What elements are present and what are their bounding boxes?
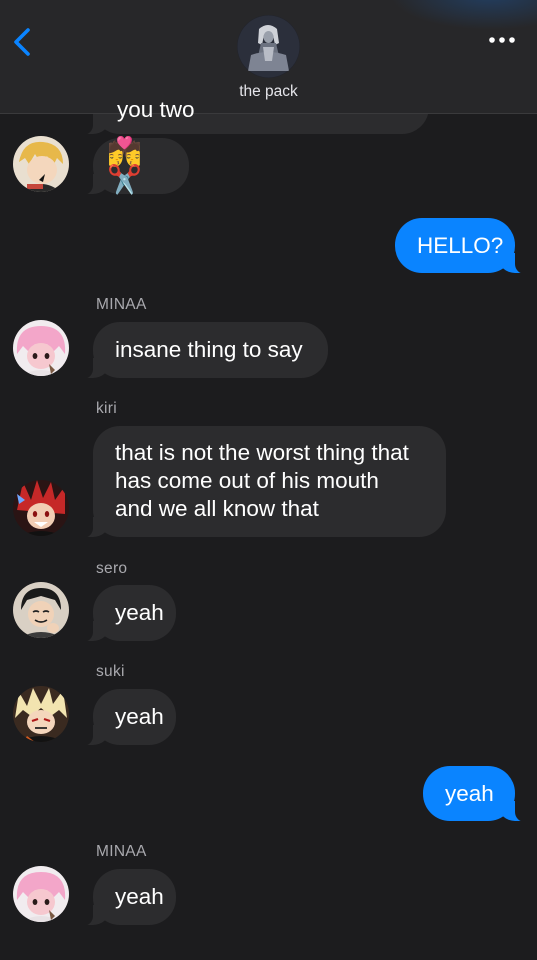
message-text: insane thing to say <box>115 337 303 362</box>
message-bubble[interactable]: that is not the worst thing that has com… <box>81 426 446 538</box>
avatar-image <box>13 866 69 922</box>
group-avatar-image <box>237 15 300 78</box>
message-text: HELLO? <box>417 232 504 258</box>
ellipsis-icon <box>489 37 515 43</box>
avatar-image <box>13 480 69 536</box>
message-bubble[interactable]: yeah <box>81 689 176 746</box>
message-bubble[interactable]: 💏✂️ <box>81 136 189 195</box>
message-text: 💏✂️ <box>107 136 142 195</box>
message-bubble[interactable]: insane thing to say <box>81 322 328 379</box>
avatar-image <box>13 582 69 638</box>
message-text: that is not the worst thing that has com… <box>115 440 409 521</box>
message-text: yeah <box>115 884 164 909</box>
avatar-image <box>13 320 69 376</box>
sender-name: suki <box>96 663 125 680</box>
message-bubble[interactable]: yeah <box>81 585 176 642</box>
sender-name: MINAA <box>96 843 147 860</box>
message-text: yeah <box>115 600 164 625</box>
back-button[interactable] <box>6 22 38 62</box>
sender-name: kiri <box>96 400 117 417</box>
avatar-kiri[interactable] <box>13 480 69 536</box>
message-text: you two <box>117 97 195 122</box>
header-glow <box>390 0 537 30</box>
chevron-left-icon <box>14 28 30 56</box>
group-name[interactable]: the pack <box>0 83 537 101</box>
sender-name: sero <box>96 560 128 577</box>
more-options-button[interactable] <box>482 28 522 52</box>
avatar-mina[interactable] <box>13 866 69 922</box>
avatar-sero[interactable] <box>13 582 69 638</box>
message-text: yeah <box>445 780 494 806</box>
avatar-denki[interactable] <box>13 136 69 192</box>
avatar-image <box>13 136 69 192</box>
avatar-mina[interactable] <box>13 320 69 376</box>
message-bubble[interactable]: yeah <box>81 869 176 926</box>
message-bubble-outgoing[interactable]: yeah <box>423 766 527 822</box>
avatar-image <box>13 686 69 742</box>
avatar-suki[interactable] <box>13 686 69 742</box>
message-bubble-outgoing[interactable]: HELLO? <box>395 218 527 274</box>
chat-header: the pack <box>0 0 537 114</box>
message-text: yeah <box>115 704 164 729</box>
group-avatar[interactable] <box>237 15 300 78</box>
sender-name: MINAA <box>96 296 147 313</box>
